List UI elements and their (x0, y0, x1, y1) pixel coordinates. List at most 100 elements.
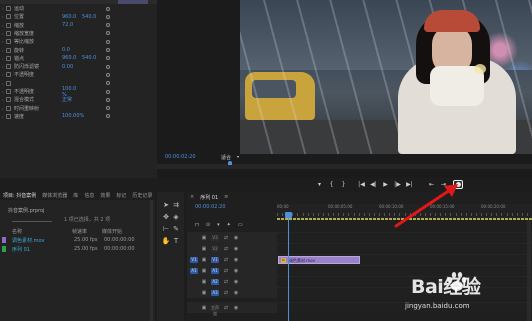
eye-icon[interactable]: ◉ (233, 279, 239, 285)
lock-icon[interactable]: ▣ (201, 246, 207, 252)
keyframe-icon[interactable] (106, 39, 110, 44)
stopwatch-icon[interactable] (6, 47, 11, 53)
track-target[interactable]: V2 (211, 246, 219, 252)
pen-tool-icon[interactable]: ✎ (171, 224, 181, 234)
effect-value[interactable]: 0.00 (62, 64, 82, 70)
transport-button[interactable]: ▶ (381, 181, 390, 189)
project-tab[interactable]: 项目: 抖音案例 (0, 192, 39, 199)
stopwatch-icon[interactable] (6, 97, 11, 103)
captions-icon[interactable]: ▭ (238, 222, 243, 230)
sync-lock-icon[interactable]: ⇄ (223, 235, 229, 241)
project-item[interactable]: 调色素材.mov 25.00 fps 00:00:00:00 (0, 236, 155, 244)
effect-row[interactable]: › 混合模式 正常 (2, 96, 152, 103)
effect-value[interactable]: 960.0 (62, 14, 82, 20)
project-tab[interactable]: 历史记录 (129, 192, 155, 199)
effect-value[interactable]: 100.00% (62, 113, 84, 119)
eye-icon[interactable]: ◉ (233, 268, 239, 274)
program-fit-select[interactable]: 适合 (221, 154, 231, 161)
slip-tool-icon[interactable]: ⊢ (161, 224, 171, 234)
track-area[interactable] (277, 233, 532, 243)
timeline-timecode[interactable]: 00:00:02:20 (195, 204, 226, 210)
sync-lock-icon[interactable]: ⇄ (223, 305, 229, 311)
track-target[interactable]: A2 (211, 279, 219, 285)
sync-lock-icon[interactable]: ⇄ (223, 257, 229, 263)
stopwatch-icon[interactable] (6, 113, 11, 119)
lock-icon[interactable]: ▣ (201, 268, 207, 274)
type-tool-icon[interactable]: T (171, 236, 181, 246)
effect-value[interactable]: 0.0 (62, 47, 82, 53)
track-target[interactable]: V1 (211, 257, 219, 263)
column-header-start[interactable]: 媒体开始 (102, 228, 132, 235)
lock-icon[interactable]: ▣ (201, 279, 207, 285)
eye-icon[interactable]: ◉ (233, 257, 239, 263)
keyframe-icon[interactable] (106, 64, 110, 69)
effect-row[interactable]: › 锚点 960.0 540.0 (2, 55, 152, 62)
sync-lock-icon[interactable]: ⇄ (223, 246, 229, 252)
stopwatch-icon[interactable] (6, 22, 11, 28)
lock-icon[interactable]: ▣ (201, 290, 207, 296)
keyframe-icon[interactable] (106, 81, 110, 86)
keyframe-icon[interactable] (106, 14, 110, 19)
project-search-input[interactable] (12, 216, 52, 222)
transport-button[interactable]: |◀ (357, 181, 366, 189)
track-area[interactable] (277, 244, 532, 254)
effect-row[interactable]: › 运动 (2, 5, 152, 12)
stopwatch-icon[interactable] (6, 39, 11, 45)
keyframe-icon[interactable] (106, 114, 110, 119)
chevron-down-icon[interactable]: ▾ (237, 154, 239, 159)
effect-value[interactable]: 960.0 (62, 55, 82, 61)
stopwatch-icon[interactable] (6, 30, 11, 36)
source-patch[interactable]: V1 (190, 257, 198, 263)
eye-icon[interactable]: ◉ (233, 235, 239, 241)
track-target[interactable]: V3 (211, 235, 219, 241)
transport-button[interactable]: ◀| (369, 181, 378, 189)
keyframe-icon[interactable] (106, 106, 110, 111)
effect-value[interactable]: 正常 (62, 96, 82, 103)
stopwatch-icon[interactable] (6, 89, 11, 94)
program-scrub-bar[interactable] (157, 164, 532, 169)
razor-tool-icon[interactable]: ◈ (171, 212, 181, 222)
stopwatch-icon[interactable] (6, 6, 11, 11)
keyframe-icon[interactable] (106, 48, 110, 52)
effect-value-2[interactable]: 540.0 (82, 55, 100, 61)
track-select-tool-icon[interactable]: ⇉ (171, 200, 181, 210)
track-target[interactable]: A1 (211, 268, 219, 274)
project-item[interactable]: 序列 01 25.00 fps 00:00:00:00 (0, 245, 155, 253)
stopwatch-icon[interactable] (6, 80, 11, 86)
wrench-icon[interactable]: ✦ (227, 222, 231, 230)
program-playhead[interactable] (228, 161, 232, 165)
effect-row[interactable]: › 时间重映射 (2, 105, 152, 112)
track-target[interactable]: A3 (211, 290, 219, 296)
effect-row[interactable]: › 缩放 72.0 (2, 22, 152, 29)
effect-value-2[interactable]: 540.0 (82, 14, 100, 20)
keyframe-icon[interactable] (106, 97, 110, 102)
project-tab[interactable]: 信息 (81, 192, 97, 199)
keyframe-icon[interactable] (106, 89, 110, 94)
stopwatch-icon[interactable] (6, 64, 11, 70)
ripple-edit-tool-icon[interactable]: ✥ (161, 212, 171, 222)
lock-icon[interactable]: ▣ (201, 305, 207, 311)
stopwatch-icon[interactable] (6, 55, 11, 61)
program-timecode[interactable]: 00:00:02:20 (165, 154, 196, 160)
eye-icon[interactable]: ◉ (233, 290, 239, 296)
eye-icon[interactable]: ◉ (233, 305, 239, 311)
project-tab[interactable]: 库 (70, 192, 81, 199)
selection-tool-icon[interactable]: ➤ (161, 200, 171, 210)
transport-button[interactable]: } (339, 181, 348, 189)
lock-icon[interactable]: ▣ (201, 257, 207, 263)
project-scrollbar[interactable] (150, 200, 153, 321)
source-patch[interactable]: A1 (190, 268, 198, 274)
track-target[interactable]: 主声道 (211, 305, 219, 316)
hamburger-icon[interactable]: ≡ (221, 194, 231, 200)
lock-icon[interactable]: ▣ (201, 235, 207, 241)
sync-lock-icon[interactable]: ⇄ (223, 268, 229, 274)
effect-row[interactable]: › 不透明度 (2, 71, 152, 78)
effect-value[interactable]: 72.0 (62, 22, 82, 28)
effect-row[interactable]: › 旋转 0.0 (2, 47, 152, 54)
timeline-close-icon[interactable]: × (187, 194, 197, 200)
keyframe-icon[interactable] (106, 31, 110, 36)
add-marker-icon[interactable]: ▾ (217, 222, 220, 230)
keyframe-icon[interactable] (106, 23, 110, 28)
sync-lock-icon[interactable]: ⇄ (223, 279, 229, 285)
hand-tool-icon[interactable]: ✋ (161, 236, 171, 246)
